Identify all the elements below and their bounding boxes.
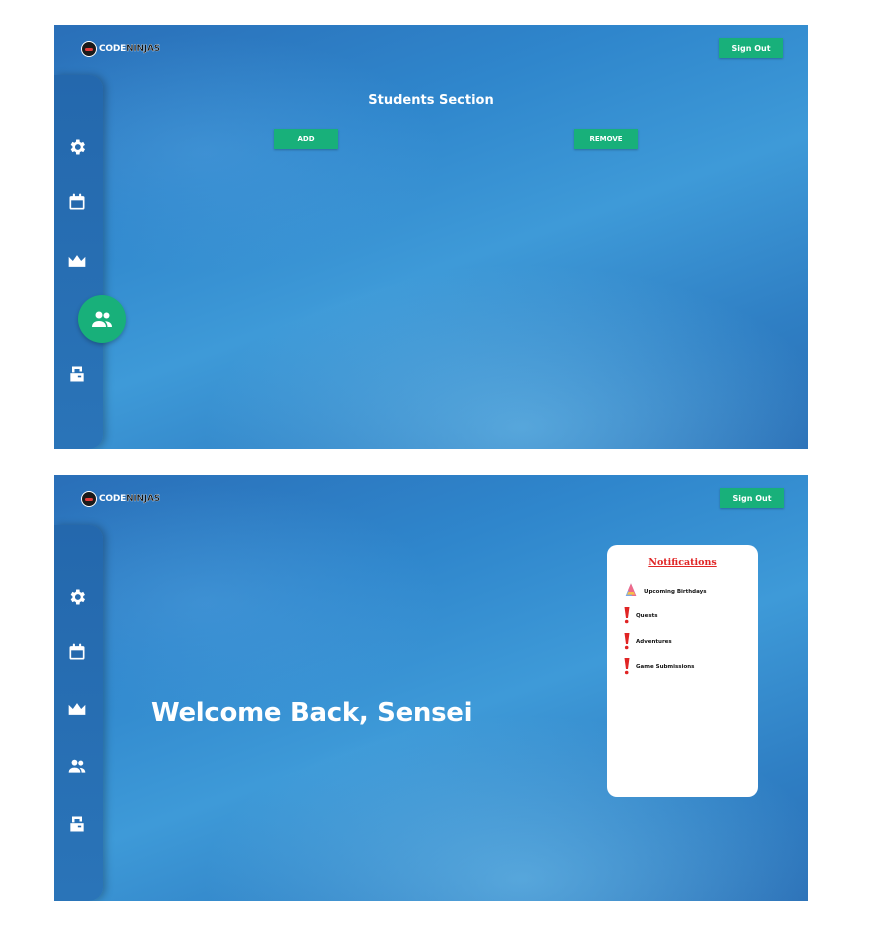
door-exit-icon [70, 816, 84, 832]
calendar-icon [69, 643, 85, 660]
door-exit-icon [70, 366, 84, 382]
nav-settings[interactable] [66, 586, 88, 608]
logo-ninjas-text: NINJAS [126, 44, 161, 54]
logo-badge-icon [81, 491, 97, 507]
nav-students[interactable] [66, 755, 88, 777]
notification-label: Game Submissions [636, 663, 695, 670]
gear-icon [70, 589, 85, 605]
students-screen: CODENINJAS Sign Out Students Section ADD… [54, 25, 808, 449]
gear-icon [70, 139, 85, 155]
nav-calendar[interactable] [66, 191, 88, 213]
users-icon [92, 311, 112, 327]
page-title: Students Section [368, 93, 494, 108]
sign-out-button[interactable]: Sign Out [719, 38, 783, 58]
code-ninjas-logo[interactable]: CODENINJAS [81, 491, 160, 507]
nav-logout[interactable] [66, 363, 88, 385]
sidebar [54, 525, 103, 901]
home-screen: CODENINJAS Sign Out Welcome Back, Sensei… [54, 475, 808, 901]
sidebar [54, 75, 126, 449]
users-icon [68, 759, 86, 773]
welcome-heading: Welcome Back, Sensei [151, 698, 473, 728]
exclamation-icon [623, 633, 631, 650]
notifications-title[interactable]: Notifications [607, 557, 758, 568]
logo-code-text: CODE [99, 494, 127, 504]
notification-label: Adventures [636, 638, 672, 645]
exclamation-icon [623, 658, 631, 675]
logo-badge-icon [81, 41, 97, 57]
notification-item-adventures[interactable]: Adventures [623, 633, 672, 650]
sign-out-button[interactable]: Sign Out [720, 488, 784, 508]
party-hat-icon [623, 582, 639, 602]
notification-item-birthdays[interactable]: Upcoming Birthdays [623, 582, 707, 602]
nav-logout[interactable] [66, 813, 88, 835]
notification-item-quests[interactable]: Quests [623, 607, 658, 624]
notification-item-game-submissions[interactable]: Game Submissions [623, 658, 694, 675]
crown-icon [68, 703, 86, 715]
code-ninjas-logo[interactable]: CODENINJAS [81, 41, 160, 57]
notification-label: Quests [636, 612, 658, 619]
logo-wordmark: CODENINJAS [99, 494, 160, 504]
logo-wordmark: CODENINJAS [99, 44, 160, 54]
crown-icon [68, 255, 86, 267]
nav-leaderboard[interactable] [66, 250, 88, 272]
exclamation-icon [623, 607, 631, 624]
nav-leaderboard[interactable] [66, 698, 88, 720]
notifications-card: Notifications Upcoming Birthdays Quests … [607, 545, 758, 797]
nav-students-active[interactable] [78, 295, 126, 343]
nav-calendar[interactable] [66, 641, 88, 663]
calendar-icon [69, 193, 85, 210]
add-button[interactable]: ADD [274, 129, 338, 149]
nav-settings[interactable] [66, 136, 88, 158]
logo-code-text: CODE [99, 44, 127, 54]
remove-button[interactable]: REMOVE [574, 129, 638, 149]
notification-label: Upcoming Birthdays [644, 589, 707, 595]
logo-ninjas-text: NINJAS [126, 494, 161, 504]
